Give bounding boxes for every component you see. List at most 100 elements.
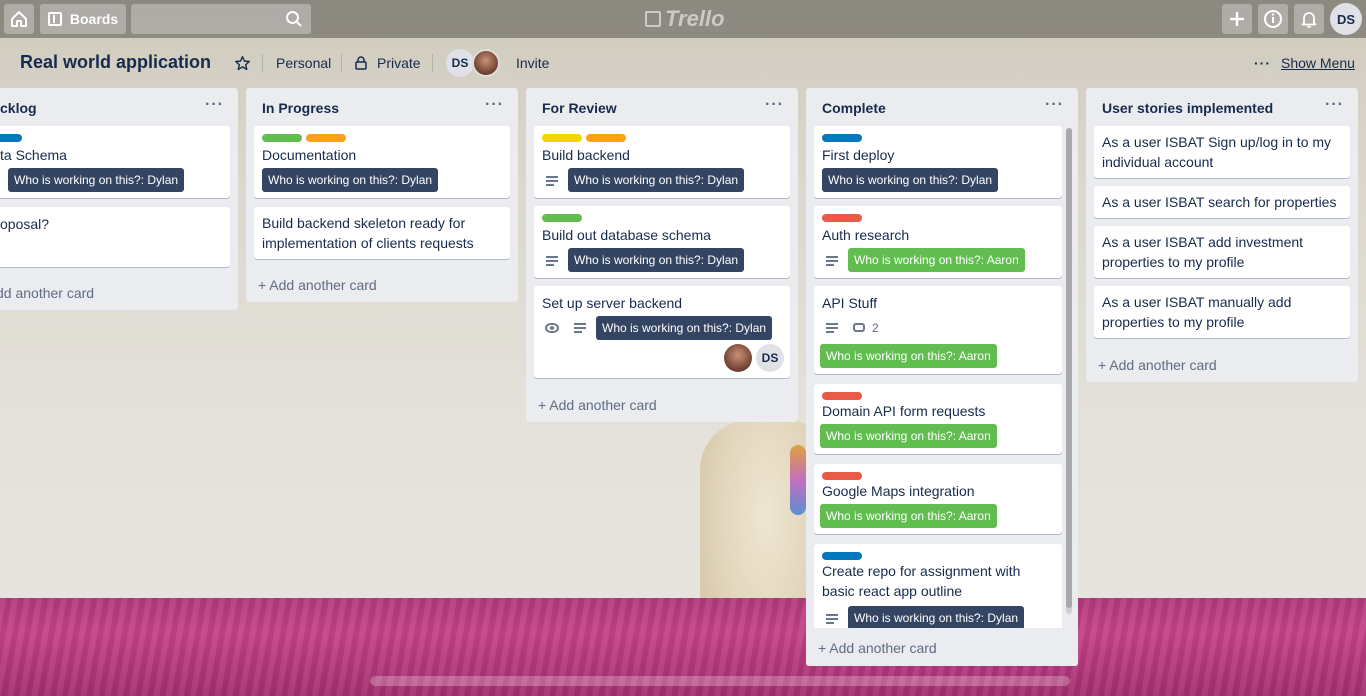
invite-button[interactable]: Invite <box>516 55 549 71</box>
add-card-button[interactable]: dd another card <box>0 285 94 301</box>
home-icon <box>11 11 27 27</box>
comment-icon <box>853 323 865 332</box>
card-label <box>306 134 346 142</box>
list-scrollbar-thumb[interactable] <box>1066 128 1072 608</box>
card-badge: Who is working on this?: Dylan <box>568 168 745 192</box>
team-button[interactable]: Personal <box>276 55 331 71</box>
list-menu-icon[interactable]: ··· <box>1325 96 1344 114</box>
search-icon <box>286 11 302 27</box>
card-title: As a user ISBAT search for properties <box>1102 194 1337 210</box>
card-label <box>822 472 862 480</box>
card-title: Domain API form requests <box>822 403 986 419</box>
member-avatar-photo[interactable] <box>472 49 500 77</box>
description-icon <box>546 176 558 186</box>
card[interactable]: Google Maps integration Who is working o… <box>814 464 1062 534</box>
card[interactable]: As a user ISBAT search for properties <box>1094 186 1350 218</box>
card[interactable]: As a user ISBAT Sign up/log in to my ind… <box>1094 126 1350 178</box>
card-label <box>542 214 582 222</box>
notifications-button[interactable] <box>1294 4 1324 34</box>
card[interactable]: ta Schema Who is working on this?: Dylan <box>0 126 230 198</box>
card-title: Build out database schema <box>542 227 711 243</box>
trello-logo[interactable]: Trello <box>645 6 725 32</box>
add-card-button[interactable]: + Add another card <box>258 277 377 293</box>
more-icon: ··· <box>1254 55 1271 71</box>
list-title[interactable]: In Progress <box>262 100 339 116</box>
user-avatar[interactable]: DS <box>1330 3 1362 35</box>
card-title: Set up server backend <box>542 295 683 311</box>
card-title: First deploy <box>822 147 895 163</box>
boards-button[interactable]: Boards <box>40 4 126 34</box>
card-title: Auth research <box>822 227 910 243</box>
card-title: ta Schema <box>0 147 67 163</box>
card[interactable]: Documentation Who is working on this?: D… <box>254 126 510 198</box>
card[interactable]: oposal? <box>0 207 230 267</box>
card[interactable]: Auth research Who is working on this?: A… <box>814 206 1062 278</box>
list-menu-icon[interactable]: ··· <box>205 96 224 114</box>
trello-logo-icon <box>645 11 661 27</box>
card-label <box>0 134 22 142</box>
card[interactable]: Set up server backend Who is working on … <box>534 286 790 378</box>
list-title[interactable]: For Review <box>542 100 617 116</box>
card-badge: Who is working on this?: Dylan <box>848 606 1025 628</box>
search-input[interactable] <box>131 4 311 34</box>
card-label <box>822 552 862 560</box>
card[interactable]: Domain API form requests Who is working … <box>814 384 1062 454</box>
boards-icon <box>47 12 62 26</box>
list-cards-scroll[interactable]: First deploy Who is working on this?: Dy… <box>806 126 1078 628</box>
show-menu-button[interactable]: ··· Show Menu <box>1254 55 1355 71</box>
boards-label: Boards <box>69 11 119 27</box>
description-icon <box>826 614 838 624</box>
list-title[interactable]: User stories implemented <box>1102 100 1273 116</box>
visibility-button[interactable]: Private <box>377 55 421 71</box>
information-button[interactable] <box>1258 4 1288 34</box>
list-title[interactable]: cklog <box>0 100 37 116</box>
add-card-button[interactable]: + Add another card <box>538 397 657 413</box>
top-navigation-bar: Boards Trello DS <box>0 0 1366 38</box>
card-member-ds[interactable]: DS <box>756 344 784 372</box>
card-title: Google Maps integration <box>822 483 975 499</box>
card-badge: Who is working on this?: Dylan <box>262 168 439 192</box>
background-dog-collar <box>790 445 806 515</box>
home-button[interactable] <box>4 4 34 34</box>
list-menu-icon[interactable]: ··· <box>1045 96 1064 114</box>
list-user-stories: User stories implemented ··· As a user I… <box>1086 88 1358 382</box>
card[interactable]: Create repo for assignment with basic re… <box>814 544 1062 628</box>
info-icon <box>1264 10 1282 28</box>
card-title: oposal? <box>0 216 50 232</box>
star-icon[interactable] <box>234 55 251 72</box>
list-menu-icon[interactable]: ··· <box>485 96 504 114</box>
board-title[interactable]: Real world application <box>20 52 211 73</box>
header-divider <box>262 54 263 72</box>
header-divider <box>432 54 433 72</box>
card[interactable]: As a user ISBAT manually add properties … <box>1094 286 1350 338</box>
board-horizontal-scrollbar[interactable] <box>370 676 1070 686</box>
list-for-review: For Review ··· Build backend Who is work… <box>526 88 798 422</box>
create-button[interactable] <box>1222 4 1252 34</box>
card-badge: Who is working on this?: Dylan <box>568 248 745 272</box>
list-title[interactable]: Complete <box>822 100 886 116</box>
trello-logo-text: Trello <box>665 6 725 31</box>
card-label <box>262 134 302 142</box>
card-title: As a user ISBAT Sign up/log in to my ind… <box>1102 134 1332 170</box>
list-menu-icon[interactable]: ··· <box>765 96 784 114</box>
description-icon <box>546 256 558 266</box>
card-badge: Who is working on this?: Aaron <box>820 504 997 528</box>
card[interactable]: API Stuff 2 Who is working on this?: Aar… <box>814 286 1062 374</box>
add-card-button[interactable]: + Add another card <box>818 640 937 656</box>
member-avatar-ds[interactable]: DS <box>446 49 474 77</box>
card-member-photo[interactable] <box>724 344 752 372</box>
add-card-button[interactable]: + Add another card <box>1098 357 1217 373</box>
card-label <box>822 134 862 142</box>
card-title: Create repo for assignment with basic re… <box>822 563 1021 599</box>
card[interactable]: Build backend Who is working on this?: D… <box>534 126 790 198</box>
show-menu-label: Show Menu <box>1281 55 1355 71</box>
card[interactable]: Build out database schema Who is working… <box>534 206 790 278</box>
card[interactable]: As a user ISBAT add investment propertie… <box>1094 226 1350 278</box>
card[interactable]: First deploy Who is working on this?: Dy… <box>814 126 1062 198</box>
card-badge: Who is working on this?: Aaron <box>820 424 997 448</box>
card-title: Build backend skeleton ready for impleme… <box>262 215 474 251</box>
card[interactable]: Build backend skeleton ready for impleme… <box>254 207 510 259</box>
card-badge: Who is working on this?: Aaron <box>848 248 1025 272</box>
list-scrollbar[interactable] <box>1066 128 1072 614</box>
card-badge: Who is working on this?: Dylan <box>596 316 773 340</box>
